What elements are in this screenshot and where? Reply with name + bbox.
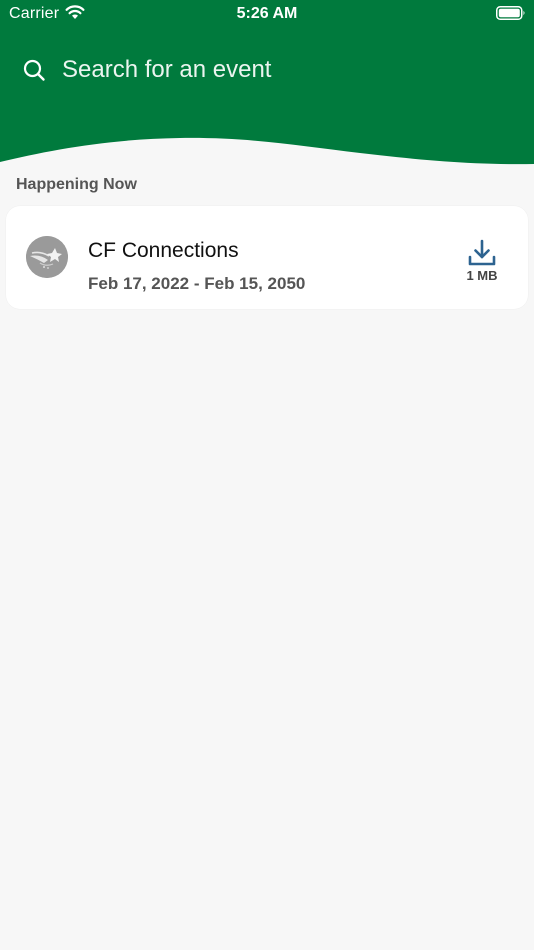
search-icon (23, 59, 45, 81)
clock-time: 5:26 AM (236, 5, 298, 22)
download-icon (468, 239, 496, 266)
search-bar[interactable]: Search for an event (14, 48, 514, 92)
battery-icon (496, 6, 525, 20)
event-dates: Feb 17, 2022 - Feb 15, 2050 (88, 274, 306, 293)
app-header: Carrier 5:26 AM Search for an event (0, 0, 534, 170)
event-card[interactable]: CF Connections Feb 17, 2022 - Feb 15, 20… (6, 206, 528, 309)
download-size-label: 1 MB (466, 268, 498, 283)
status-bar: Carrier 5:26 AM (0, 0, 534, 28)
search-input-placeholder[interactable]: Search for an event (62, 56, 271, 84)
section-title-happening-now: Happening Now (16, 176, 137, 193)
download-button[interactable]: 1 MB (458, 236, 508, 286)
shooting-star-logo-icon (26, 236, 68, 278)
event-name: CF Connections (88, 239, 239, 262)
